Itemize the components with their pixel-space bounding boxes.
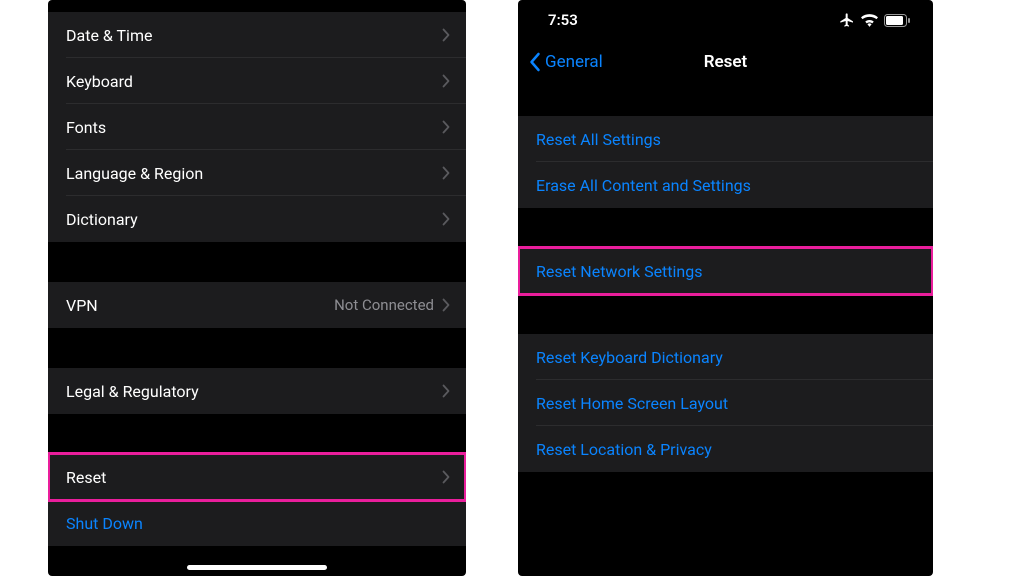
row-reset[interactable]: Reset <box>48 454 466 500</box>
row-label: Legal & Regulatory <box>66 382 442 401</box>
row-label: Fonts <box>66 118 442 137</box>
status-icons <box>839 12 911 28</box>
row-reset-home-screen-layout[interactable]: Reset Home Screen Layout <box>518 380 933 426</box>
row-label: VPN <box>66 296 334 315</box>
row-label: Erase All Content and Settings <box>536 176 917 195</box>
chevron-right-icon <box>442 212 450 226</box>
group-legal: Legal & Regulatory <box>48 368 466 414</box>
chevron-right-icon <box>442 298 450 312</box>
row-label: Date & Time <box>66 26 442 45</box>
row-erase-all-content-and-settings[interactable]: Erase All Content and Settings <box>518 162 933 208</box>
group-vpn: VPNNot Connected <box>48 282 466 328</box>
chevron-right-icon <box>442 120 450 134</box>
nav-back-general[interactable]: General <box>528 52 603 72</box>
row-reset-network-settings[interactable]: Reset Network Settings <box>518 248 933 294</box>
group-general-1: Date & Time Keyboard Fonts Language & Regio… <box>48 12 466 242</box>
status-bar: 7:53 <box>518 0 933 40</box>
row-reset-location-privacy[interactable]: Reset Location & Privacy <box>518 426 933 472</box>
group-reset-3: Reset Keyboard Dictionary Reset Home Scre… <box>518 334 933 472</box>
battery-icon <box>884 14 911 27</box>
row-label: Reset All Settings <box>536 130 917 149</box>
chevron-right-icon <box>442 166 450 180</box>
group-reset-shutdown: Reset Shut Down <box>48 454 466 546</box>
chevron-right-icon <box>442 470 450 484</box>
chevron-right-icon <box>442 28 450 42</box>
row-value: Not Connected <box>334 296 434 314</box>
wifi-icon <box>861 14 878 27</box>
home-indicator[interactable] <box>187 565 327 570</box>
row-reset-keyboard-dictionary[interactable]: Reset Keyboard Dictionary <box>518 334 933 380</box>
row-label: Language & Region <box>66 164 442 183</box>
row-fonts[interactable]: Fonts <box>48 104 466 150</box>
row-legal-regulatory[interactable]: Legal & Regulatory <box>48 368 466 414</box>
phone-left-general-settings: Date & Time Keyboard Fonts Language & Regio… <box>48 0 466 576</box>
row-label: Reset Location & Privacy <box>536 440 917 459</box>
group-reset-1: Reset All Settings Erase All Content and … <box>518 116 933 208</box>
status-time: 7:53 <box>548 11 578 29</box>
chevron-left-icon <box>528 52 541 72</box>
row-language-region[interactable]: Language & Region <box>48 150 466 196</box>
chevron-right-icon <box>442 74 450 88</box>
nav-back-label: General <box>545 52 603 72</box>
row-reset-all-settings[interactable]: Reset All Settings <box>518 116 933 162</box>
group-reset-network: Reset Network Settings <box>518 248 933 294</box>
row-label: Reset <box>66 468 442 487</box>
row-label: Shut Down <box>66 514 450 533</box>
row-label: Reset Home Screen Layout <box>536 394 917 413</box>
row-dictionary[interactable]: Dictionary <box>48 196 466 242</box>
row-label: Keyboard <box>66 72 442 91</box>
row-vpn[interactable]: VPNNot Connected <box>48 282 466 328</box>
row-shut-down[interactable]: Shut Down <box>48 500 466 546</box>
row-keyboard[interactable]: Keyboard <box>48 58 466 104</box>
nav-bar: General Reset <box>518 40 933 84</box>
row-date-time[interactable]: Date & Time <box>48 12 466 58</box>
phone-right-reset-screen: 7:53 General Reset Reset All Settings Era… <box>518 0 933 576</box>
row-label: Reset Keyboard Dictionary <box>536 348 917 367</box>
airplane-mode-icon <box>839 12 855 28</box>
row-label: Dictionary <box>66 210 442 229</box>
chevron-right-icon <box>442 384 450 398</box>
row-label: Reset Network Settings <box>536 262 917 281</box>
